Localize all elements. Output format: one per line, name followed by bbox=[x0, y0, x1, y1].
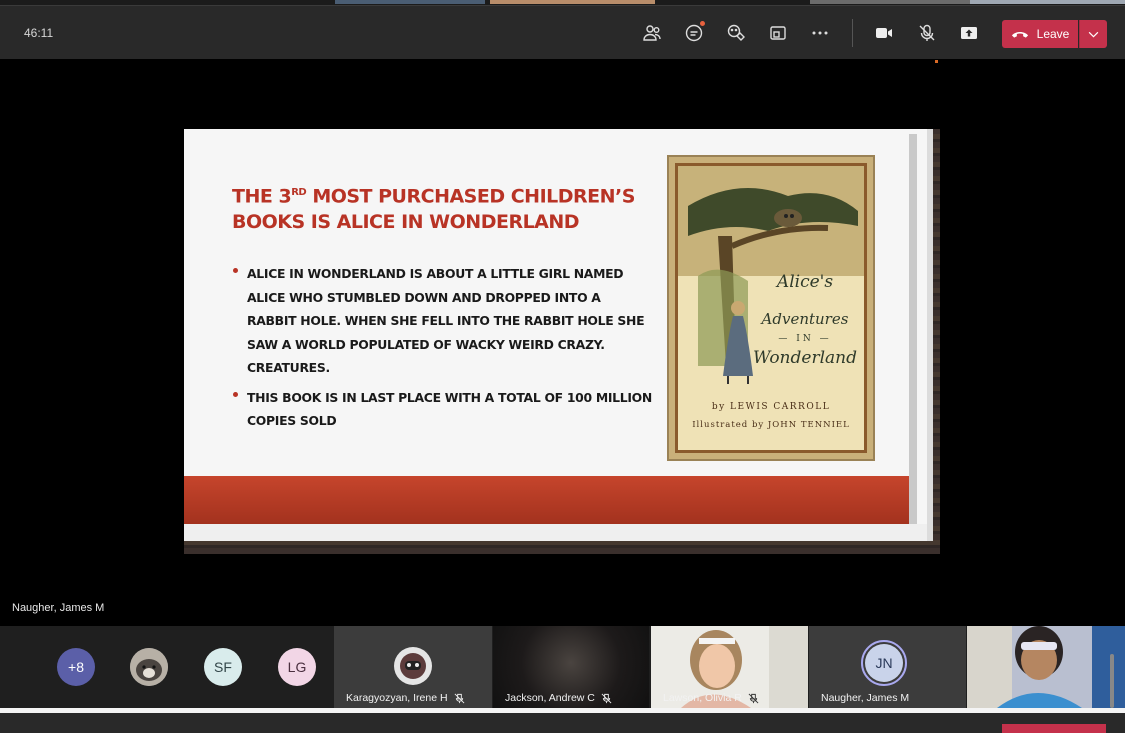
participant-name-text: Karagyozyan, Irene H bbox=[346, 692, 448, 704]
avatar[interactable]: LG bbox=[278, 648, 316, 686]
participant-tile[interactable]: Karagyozyan, Irene H bbox=[334, 626, 492, 708]
slide-footer-band bbox=[184, 476, 909, 524]
sliver-thumb bbox=[335, 0, 485, 4]
mic-muted-icon[interactable] bbox=[916, 22, 938, 44]
share-tray-icon[interactable] bbox=[767, 22, 789, 44]
avatar-initials: JN bbox=[875, 655, 893, 671]
slide-footer-strip bbox=[184, 524, 927, 541]
people-icon[interactable] bbox=[641, 22, 663, 44]
stage-marker bbox=[935, 60, 938, 63]
bullet-item: ALICE IN WONDERLAND IS ABOUT A LITTLE GI… bbox=[232, 262, 652, 380]
mic-muted-icon bbox=[454, 693, 464, 703]
slide-title-part2: MOST PURCHASED CHILDREN’S bbox=[306, 185, 635, 208]
overflow-participants-button[interactable]: +8 bbox=[57, 648, 95, 686]
participant-tile[interactable] bbox=[967, 626, 1125, 708]
camera-icon[interactable] bbox=[873, 22, 895, 44]
avatar[interactable] bbox=[130, 648, 168, 686]
participant-name: Karagyozyan, Irene H bbox=[346, 692, 465, 704]
participant-name: Lawson, Olivia R bbox=[663, 692, 759, 704]
slide-bullets: ALICE IN WONDERLAND IS ABOUT A LITTLE GI… bbox=[232, 262, 652, 439]
more-icon[interactable] bbox=[809, 22, 831, 44]
slide-edge bbox=[909, 134, 917, 524]
participant-tile[interactable]: Lawson, Olivia R bbox=[651, 626, 808, 708]
slide-title-part1: THE 3 bbox=[232, 185, 292, 208]
sliver-thumb bbox=[970, 0, 1125, 4]
book-title: Alice's Adventures — IN — Wonderland bbox=[745, 272, 865, 368]
leave-options-button[interactable] bbox=[1079, 20, 1107, 48]
participant-name-text: Jackson, Andrew C bbox=[505, 692, 595, 704]
avatar: JN bbox=[865, 644, 903, 682]
second-leave-button bbox=[1002, 724, 1106, 733]
avatar-initials: SF bbox=[214, 659, 232, 675]
chat-icon[interactable] bbox=[683, 21, 705, 44]
dog-photo-icon bbox=[130, 648, 168, 686]
toolbar-divider bbox=[852, 19, 853, 47]
strip-scrollbar[interactable] bbox=[1110, 654, 1114, 708]
speaking-ring: JN bbox=[861, 640, 907, 686]
leave-label: Leave bbox=[1036, 27, 1070, 41]
book-title-line2: Adventures bbox=[761, 310, 849, 328]
book-title-line4: Wonderland bbox=[753, 348, 857, 368]
meeting-timer: 46:11 bbox=[24, 26, 54, 40]
participant-name-text: Lawson, Olivia R bbox=[663, 692, 742, 704]
mic-muted-icon bbox=[601, 693, 612, 703]
avatar-initials: LG bbox=[287, 659, 307, 675]
chevron-down-icon bbox=[1088, 31, 1099, 38]
sliver-thumb bbox=[490, 0, 655, 4]
presenter-label: Naugher, James M bbox=[12, 602, 105, 614]
slide-title-sup: RD bbox=[291, 187, 307, 198]
participant-name: Naugher, James M bbox=[821, 692, 909, 704]
phone-hangup-icon bbox=[1011, 31, 1028, 38]
sliver-thumb bbox=[810, 0, 970, 4]
robot-avatar-icon bbox=[394, 647, 432, 685]
participant-tile[interactable]: JN Naugher, James M bbox=[809, 626, 966, 708]
bullet-item: THIS BOOK IS IN LAST PLACE WITH A TOTAL … bbox=[232, 386, 652, 433]
avatar[interactable]: SF bbox=[204, 648, 242, 686]
second-toolbar-sliver bbox=[0, 713, 1125, 733]
reactions-icon[interactable] bbox=[725, 22, 747, 44]
leave-button[interactable]: Leave bbox=[1002, 20, 1078, 48]
slide-title: THE 3RD MOST PURCHASED CHILDREN’S BOOKS … bbox=[232, 180, 652, 235]
meeting-toolbar: 46:11 Leave bbox=[0, 5, 1125, 59]
video-feed bbox=[967, 626, 1125, 708]
book-title-line3: — IN — bbox=[778, 334, 832, 344]
book-illustrator: Illustrated by JOHN TENNIEL bbox=[692, 420, 850, 430]
participant-tile[interactable]: Jackson, Andrew C bbox=[493, 626, 649, 708]
share-screen-icon[interactable] bbox=[958, 22, 980, 44]
overflow-count: +8 bbox=[68, 659, 84, 675]
mic-muted-icon bbox=[748, 693, 759, 703]
slide-title-line2: BOOKS IS ALICE IN WONDERLAND bbox=[232, 211, 580, 234]
participant-name-text: Naugher, James M bbox=[821, 692, 910, 704]
book-title-line1: Alice's bbox=[776, 272, 834, 292]
book-author: by LEWIS CARROLL bbox=[711, 402, 831, 412]
chat-notification-dot bbox=[700, 21, 705, 26]
participant-name: Jackson, Andrew C bbox=[505, 692, 612, 704]
